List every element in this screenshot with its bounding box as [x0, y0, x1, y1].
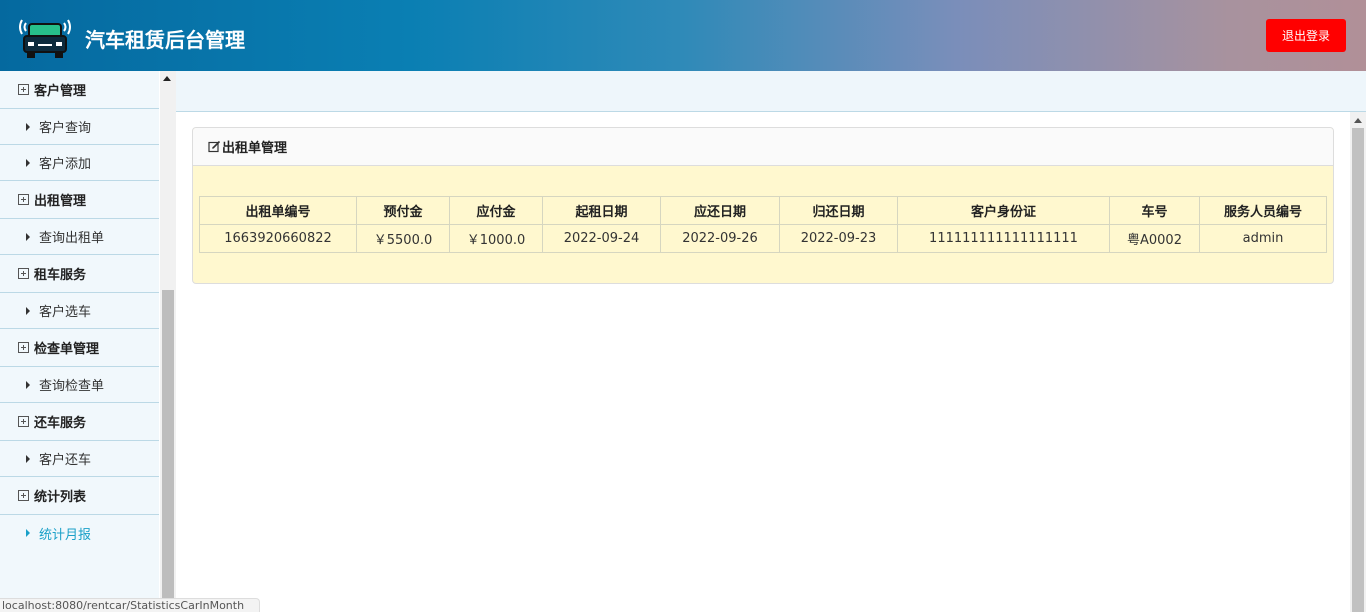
main-content: 出租单管理 出租单编号 预付金 应付金 起租日期 应还日期 归还日期 客户身份证…: [176, 112, 1350, 612]
sidebar-scrollbar[interactable]: [160, 71, 176, 612]
menu-item-return-car[interactable]: 客户还车: [0, 441, 159, 477]
menu-item-choose-car[interactable]: 客户选车: [0, 293, 159, 329]
status-url: localhost:8080/rentcar/StatisticsCarInMo…: [0, 598, 260, 612]
cell-prepaid: ￥5500.0: [356, 224, 450, 253]
content-scrollbar-thumb[interactable]: [1352, 128, 1364, 612]
menu-group-rent-service[interactable]: 租车服务: [0, 255, 159, 293]
rental-order-panel: 出租单管理 出租单编号 预付金 应付金 起租日期 应还日期 归还日期 客户身份证…: [192, 127, 1334, 284]
column-header: 起租日期: [542, 196, 661, 225]
cell-due-date: 2022-09-26: [660, 224, 780, 253]
menu-group-customer[interactable]: 客户管理: [0, 71, 159, 109]
expand-icon: [18, 490, 29, 501]
table-row[interactable]: 1663920660822 ￥5500.0 ￥1000.0 2022-09-24…: [199, 224, 1327, 253]
caret-right-icon: [26, 232, 30, 241]
column-header: 车号: [1109, 196, 1200, 225]
app-header: 汽车租赁后台管理 退出登录: [0, 0, 1366, 71]
table-header-row: 出租单编号 预付金 应付金 起租日期 应还日期 归还日期 客户身份证 车号 服务…: [199, 196, 1327, 225]
cell-order-id: 1663920660822: [199, 224, 357, 253]
scroll-up-arrow-icon[interactable]: [1354, 118, 1362, 123]
cell-return-date: 2022-09-23: [779, 224, 898, 253]
caret-right-icon: [26, 158, 30, 167]
menu-item-label: 客户还车: [39, 453, 92, 468]
menu-group-return-service[interactable]: 还车服务: [0, 403, 159, 441]
cell-start-date: 2022-09-24: [542, 224, 661, 253]
column-header: 客户身份证: [897, 196, 1110, 225]
menu-item-label: 查询出租单: [39, 231, 105, 246]
menu-item-customer-add[interactable]: 客户添加: [0, 145, 159, 181]
column-header: 预付金: [356, 196, 450, 225]
sidebar: 客户管理 客户查询 客户添加 出租管理 查询出租单 租车服务 客户选车 检查单管…: [0, 71, 176, 612]
column-header: 应付金: [449, 196, 543, 225]
menu-item-customer-query[interactable]: 客户查询: [0, 109, 159, 145]
panel-header: 出租单管理: [193, 128, 1333, 166]
cell-car-number: 粤A0002: [1109, 224, 1200, 253]
cell-customer-id: 111111111111111111: [897, 224, 1110, 253]
caret-right-icon: [26, 306, 30, 315]
column-header: 出租单编号: [199, 196, 357, 225]
caret-right-icon: [26, 380, 30, 389]
rental-order-table: 出租单编号 预付金 应付金 起租日期 应还日期 归还日期 客户身份证 车号 服务…: [199, 196, 1327, 253]
menu-group-label: 还车服务: [34, 416, 87, 431]
expand-icon: [18, 416, 29, 427]
caret-right-icon: [26, 122, 30, 131]
menu-group-statistics[interactable]: 统计列表: [0, 477, 159, 515]
sidebar-scrollbar-thumb[interactable]: [162, 290, 174, 612]
menu-item-inspection-query[interactable]: 查询检查单: [0, 367, 159, 403]
car-logo-icon: [19, 19, 71, 58]
expand-icon: [18, 84, 29, 95]
column-header: 服务人员编号: [1199, 196, 1327, 225]
scroll-up-arrow-icon[interactable]: [163, 76, 171, 81]
edit-icon: [208, 140, 221, 153]
expand-icon: [18, 194, 29, 205]
menu-item-label: 客户选车: [39, 305, 92, 320]
menu-group-label: 客户管理: [34, 84, 87, 99]
expand-icon: [18, 268, 29, 279]
menu-item-label: 客户查询: [39, 121, 92, 136]
menu-group-label: 统计列表: [34, 490, 87, 505]
menu-group-label: 检查单管理: [34, 342, 100, 357]
logout-button[interactable]: 退出登录: [1266, 19, 1346, 52]
menu-item-monthly-report[interactable]: 统计月报: [0, 515, 159, 551]
cell-payable: ￥1000.0: [449, 224, 543, 253]
menu-item-label: 客户添加: [39, 157, 92, 172]
sidebar-menu: 客户管理 客户查询 客户添加 出租管理 查询出租单 租车服务 客户选车 检查单管…: [0, 71, 159, 612]
menu-item-label: 查询检查单: [39, 379, 105, 394]
menu-item-label: 统计月报: [39, 527, 92, 543]
menu-item-rental-query[interactable]: 查询出租单: [0, 219, 159, 255]
content-toolbar: [176, 71, 1366, 112]
caret-right-icon: [26, 454, 30, 463]
menu-group-label: 租车服务: [34, 268, 87, 283]
content-scrollbar[interactable]: [1350, 112, 1366, 612]
panel-title: 出租单管理: [222, 141, 288, 156]
cell-staff-id: admin: [1199, 224, 1327, 253]
menu-group-rental[interactable]: 出租管理: [0, 181, 159, 219]
column-header: 归还日期: [779, 196, 898, 225]
expand-icon: [18, 342, 29, 353]
menu-group-label: 出租管理: [34, 194, 87, 209]
caret-right-icon: [26, 529, 30, 537]
menu-group-inspection[interactable]: 检查单管理: [0, 329, 159, 367]
app-title: 汽车租赁后台管理: [85, 28, 245, 52]
column-header: 应还日期: [660, 196, 780, 225]
